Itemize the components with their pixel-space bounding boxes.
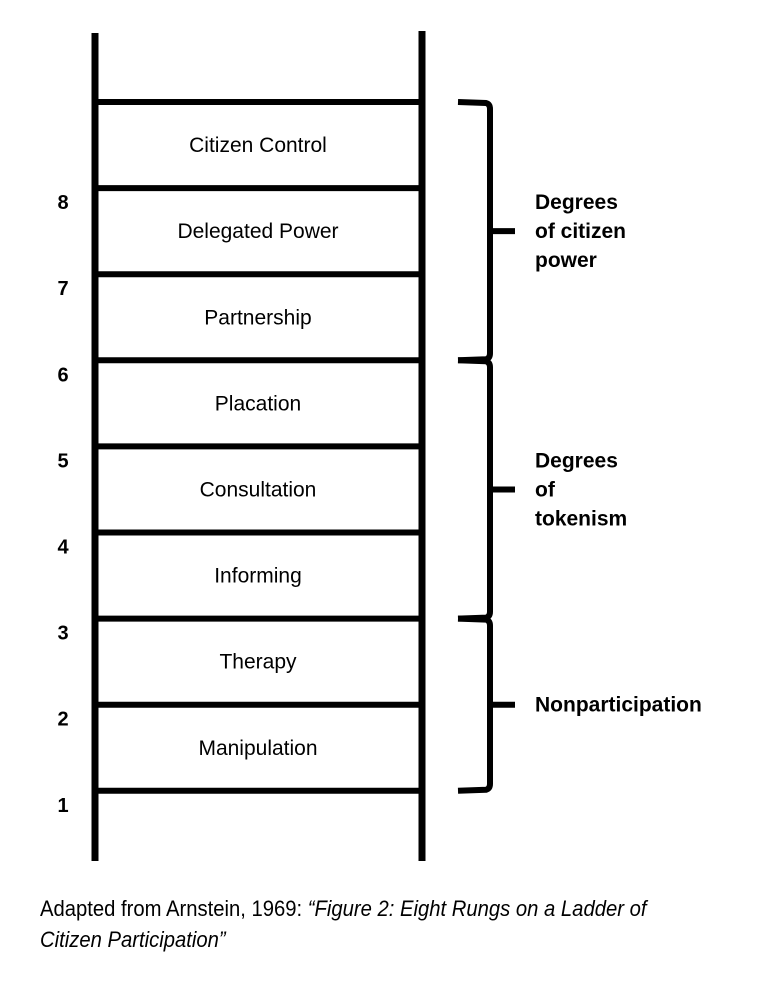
rung-label-7: Delegated Power	[177, 220, 338, 243]
rung-label-1: Manipulation	[198, 737, 317, 760]
rung-label-8: Citizen Control	[189, 134, 327, 157]
figure-caption: Adapted from Arnstein, 1969: “Figure 2: …	[40, 893, 702, 955]
group-label-degrees-of-citizen-power: power	[535, 249, 597, 272]
rung-number-8: 8	[57, 192, 68, 214]
group-label-degrees-of-citizen-power: of citizen	[535, 220, 626, 243]
brace-degrees-of-tokenism	[457, 357, 493, 622]
brace-degrees-of-citizen-power	[457, 99, 493, 364]
rung-label-3: Informing	[214, 565, 302, 588]
ladder-diagram: Citizen Control Delegated Power Partnershi…	[57, 31, 702, 861]
rung-number-4: 4	[57, 537, 69, 559]
group-label-degrees-of-tokenism: tokenism	[535, 507, 627, 530]
brace-nonparticipation	[457, 615, 493, 794]
rung-number-6: 6	[57, 364, 68, 386]
rung-label-2: Therapy	[219, 651, 297, 674]
group-label-nonparticipation: Nonparticipation	[535, 694, 702, 717]
group-label-degrees-of-tokenism: Degrees	[535, 449, 618, 472]
rung-label-4: Consultation	[200, 478, 317, 501]
group-label-degrees-of-tokenism: of	[535, 478, 556, 501]
rung-number-5: 5	[57, 450, 68, 472]
rung-number-1: 1	[57, 795, 68, 817]
rung-label-5: Placation	[215, 392, 301, 415]
rung-number-7: 7	[57, 278, 68, 300]
rung-number-3: 3	[57, 623, 68, 645]
rung-label-6: Partnership	[204, 306, 311, 329]
caption-prefix: Adapted from Arnstein, 1969:	[40, 896, 308, 921]
group-label-degrees-of-citizen-power: Degrees	[535, 191, 618, 214]
rung-number-2: 2	[57, 709, 68, 731]
